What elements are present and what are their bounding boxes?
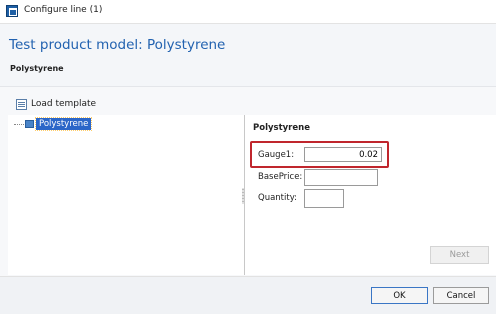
details-title: Polystyrene <box>253 123 310 133</box>
page-title: Test product model: Polystyrene <box>9 37 226 53</box>
splitter-handle[interactable] <box>242 188 244 204</box>
details-panel: Polystyrene Gauge1: 0.02 BasePrice: Quan… <box>245 115 496 275</box>
page-header: Test product model: Polystyrene Polystyr… <box>0 24 496 87</box>
tree-item-polystyrene[interactable]: Polystyrene <box>34 117 93 131</box>
next-button[interactable]: Next <box>430 246 489 264</box>
template-icon <box>16 98 27 110</box>
base-price-label: BasePrice: <box>258 172 303 182</box>
gauge-input[interactable]: 0.02 <box>304 147 382 162</box>
window-title: Configure line (1) <box>24 5 103 15</box>
tree-panel: Polystyrene <box>8 115 245 275</box>
quantity-input[interactable] <box>304 189 344 208</box>
load-template-label: Load template <box>31 99 97 109</box>
cancel-button[interactable]: Cancel <box>433 287 489 304</box>
base-price-input[interactable] <box>304 169 378 186</box>
page-subtitle: Polystyrene <box>10 64 64 73</box>
ok-button[interactable]: OK <box>371 287 428 304</box>
quantity-label: Quantity: <box>258 193 297 203</box>
dialog-footer: OK Cancel <box>0 276 496 314</box>
toolbar: Load template <box>0 95 496 114</box>
app-icon <box>6 5 18 17</box>
tree-node-icon <box>25 120 34 128</box>
gauge-label: Gauge1: <box>258 150 295 160</box>
title-bar: Configure line (1) <box>0 0 496 24</box>
load-template-button[interactable]: Load template <box>16 96 96 112</box>
